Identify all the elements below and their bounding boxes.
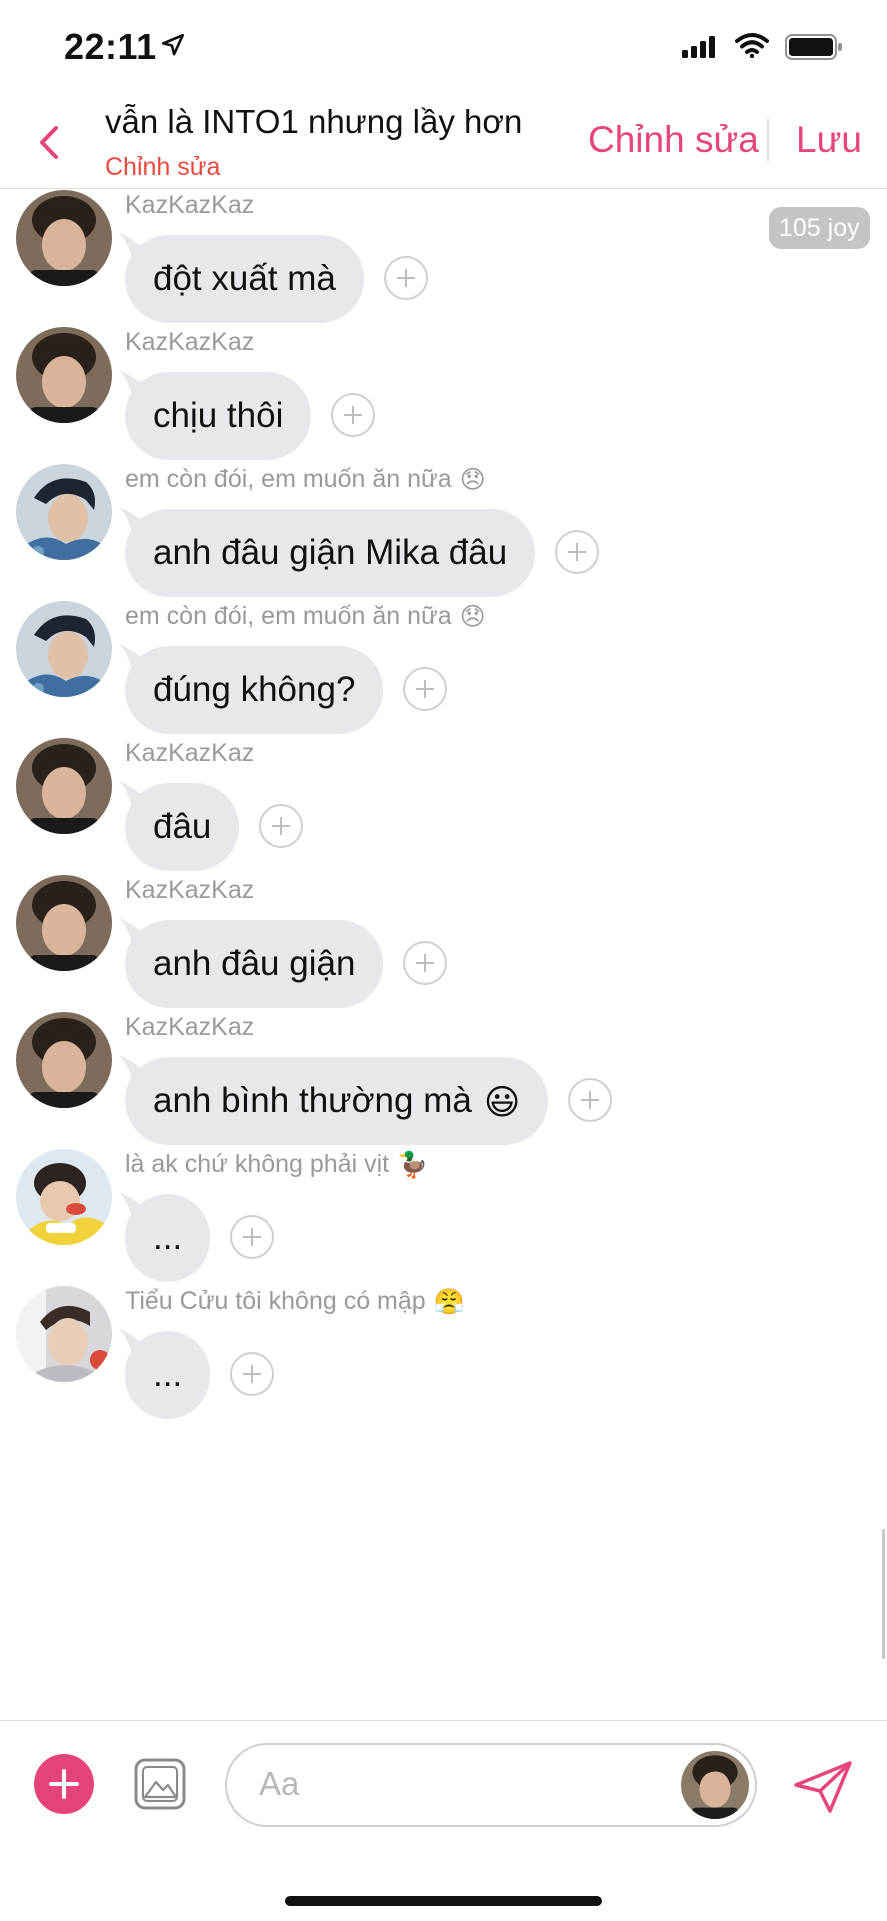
message-text: anh đâu giận <box>153 944 356 983</box>
sender-name-text: em còn đói, em muốn ăn nữa <box>125 465 452 493</box>
cellular-signal-icon <box>682 36 715 58</box>
sender-name-text: KazKazKaz <box>125 876 255 904</box>
avatar[interactable] <box>16 1149 112 1245</box>
home-indicator <box>285 1896 602 1906</box>
sender-name-text: em còn đói, em muốn ăn nữa <box>125 602 452 630</box>
message-text: anh bình thường mà <box>153 1081 472 1120</box>
message-text: đột xuất mà <box>153 259 336 298</box>
status-bar: 22:11 <box>0 0 887 95</box>
sender-name: KazKazKaz <box>125 328 254 357</box>
sender-name: KazKazKaz <box>125 1013 254 1042</box>
sender-name: em còn đói, em muốn ăn nữa 😞 <box>125 602 486 632</box>
message-row: KazKazKaz đâu <box>0 713 887 871</box>
message-row: là ak chứ không phải vịt 🦆... <box>0 1124 887 1282</box>
sender-name: KazKazKaz <box>125 876 254 905</box>
battery-icon <box>785 34 842 60</box>
edit-button[interactable]: Chỉnh sửa <box>588 119 759 161</box>
message-text: đâu <box>153 807 212 846</box>
chat-header: vẫn là INTO1 nhưng lầy hơn Chỉnh sửa Chỉ… <box>0 95 887 189</box>
message-text: chịu thôi <box>153 396 284 435</box>
location-arrow-icon <box>161 33 185 56</box>
avatar[interactable] <box>681 1751 749 1819</box>
avatar[interactable] <box>16 875 112 971</box>
message-bubble[interactable]: ... <box>119 1329 211 1419</box>
add-reaction-icon[interactable] <box>403 941 447 985</box>
plus-icon[interactable] <box>34 1754 94 1814</box>
sender-name: KazKazKaz <box>125 739 254 768</box>
message-text: ... <box>153 1355 183 1394</box>
wifi-icon <box>735 33 769 58</box>
message-input-placeholder: Aa <box>259 1765 300 1802</box>
avatar[interactable] <box>16 1286 112 1382</box>
save-button[interactable]: Lưu <box>796 119 862 161</box>
add-reaction-icon[interactable] <box>555 530 599 574</box>
chevron-left-icon[interactable] <box>30 120 70 165</box>
add-reaction-icon[interactable] <box>384 256 428 300</box>
sender-name-text: là ak chứ không phải vịt <box>125 1150 390 1178</box>
avatar[interactable] <box>16 327 112 423</box>
message-text: đúng không? <box>153 670 356 709</box>
sender-name-text: Tiểu Cửu tôi không có mập <box>125 1287 426 1315</box>
avatar[interactable] <box>16 464 112 560</box>
add-reaction-icon[interactable] <box>331 393 375 437</box>
avatar[interactable] <box>16 601 112 697</box>
sender-emoji: 😤 <box>433 1287 465 1316</box>
message-row: em còn đói, em muốn ăn nữa 😞 anh đâu giận … <box>0 439 887 597</box>
message-row: KazKazKaz đột xuất mà <box>0 189 887 323</box>
sender-name: KazKazKaz <box>125 191 254 220</box>
message-list[interactable]: 105 joy KazKazKaz đột xuất mà KazKazKaz chị… <box>0 189 887 1719</box>
sender-emoji: 😞 <box>459 603 486 632</box>
composer-bar: Aa <box>0 1720 887 1921</box>
sender-emoji: 🦆 <box>397 1150 429 1179</box>
scrollbar[interactable] <box>882 1529 885 1659</box>
chat-subtitle[interactable]: Chỉnh sửa <box>105 153 220 182</box>
sender-name-text: KazKazKaz <box>125 191 255 219</box>
chat-title: vẫn là INTO1 nhưng lầy hơn <box>105 103 523 140</box>
add-reaction-icon[interactable] <box>230 1215 274 1259</box>
sender-name: Tiểu Cửu tôi không có mập 😤 <box>125 1287 465 1317</box>
avatar[interactable] <box>16 1012 112 1108</box>
sender-name-text: KazKazKaz <box>125 1013 255 1041</box>
message-row: KazKazKaz anh bình thường mà 😃 <box>0 987 887 1145</box>
avatar[interactable] <box>16 190 112 286</box>
add-reaction-icon[interactable] <box>403 667 447 711</box>
header-divider <box>767 119 769 161</box>
add-reaction-icon[interactable] <box>230 1352 274 1396</box>
image-icon[interactable] <box>133 1757 187 1811</box>
avatar[interactable] <box>16 738 112 834</box>
sender-emoji: 😞 <box>459 466 486 495</box>
message-row: Tiểu Cửu tôi không có mập 😤... <box>0 1261 887 1419</box>
message-row: em còn đói, em muốn ăn nữa 😞 đúng không? <box>0 576 887 734</box>
sender-name-text: KazKazKaz <box>125 328 255 356</box>
add-reaction-icon[interactable] <box>568 1078 612 1122</box>
message-text: ... <box>153 1218 183 1257</box>
message-text: anh đâu giận Mika đâu <box>153 533 508 572</box>
add-reaction-icon[interactable] <box>259 804 303 848</box>
message-input[interactable]: Aa <box>225 1743 757 1827</box>
message-bubble-wrap: ... <box>119 1329 211 1419</box>
message-row: KazKazKaz anh đâu giận <box>0 850 887 1008</box>
sender-name: là ak chứ không phải vịt 🦆 <box>125 1150 428 1180</box>
send-icon[interactable] <box>792 1759 854 1815</box>
status-time: 22:11 <box>64 26 157 67</box>
message-row: KazKazKaz chịu thôi <box>0 302 887 460</box>
sender-name-text: KazKazKaz <box>125 739 255 767</box>
sender-name: em còn đói, em muốn ăn nữa 😞 <box>125 465 486 495</box>
